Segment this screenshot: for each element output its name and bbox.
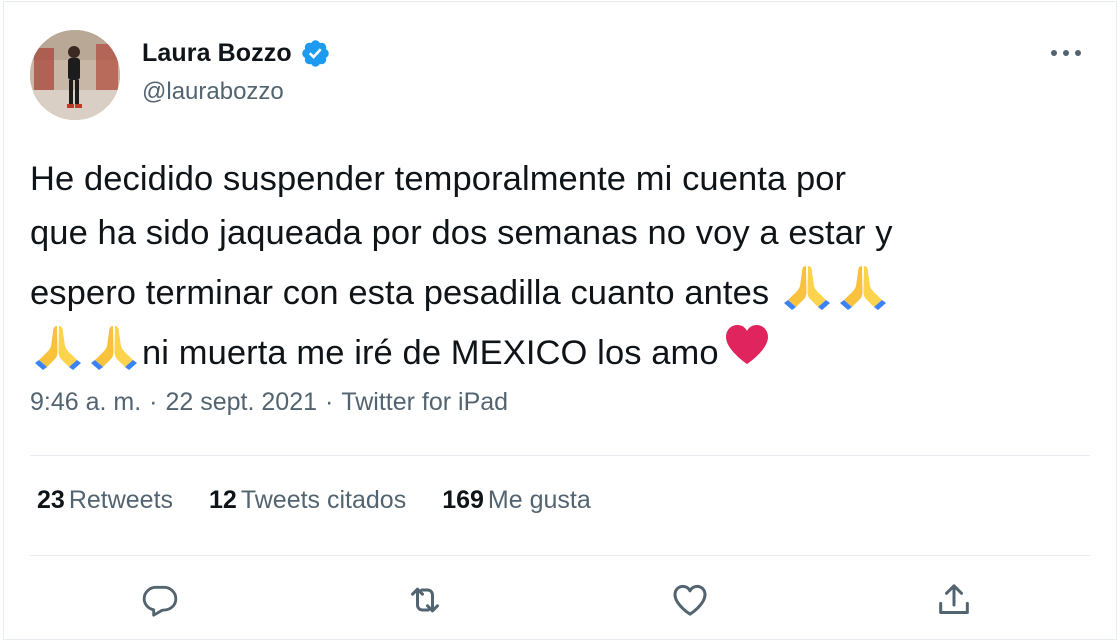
retweets-count: 23 bbox=[37, 486, 65, 514]
retweets-stat[interactable]: 23 Retweets bbox=[37, 486, 173, 515]
avatar-image bbox=[30, 30, 120, 120]
retweet-button[interactable] bbox=[403, 578, 447, 622]
likes-label: Me gusta bbox=[487, 486, 591, 514]
folded-hands-emoji bbox=[779, 260, 835, 312]
meta-separator: · bbox=[325, 388, 334, 416]
share-icon bbox=[939, 584, 969, 614]
tweet-text-line-3: espero terminar con esta pesadilla cuant… bbox=[30, 274, 779, 312]
tweet-text-line-1: He decidido suspender temporalmente mi c… bbox=[30, 160, 847, 198]
tweet-text-line-2: que ha sido jaqueada por dos semanas no … bbox=[30, 214, 893, 252]
author-name-row[interactable]: Laura Bozzo bbox=[142, 38, 331, 69]
tweet-stats: 23 Retweets 12 Tweets citados 169 Me gusta bbox=[37, 486, 591, 515]
divider bbox=[30, 555, 1090, 556]
action-bar bbox=[4, 572, 1116, 628]
more-options-button[interactable] bbox=[1046, 36, 1086, 70]
more-icon bbox=[1051, 50, 1081, 56]
author-name[interactable]: Laura Bozzo bbox=[142, 39, 292, 68]
retweet-icon bbox=[411, 587, 439, 613]
quotes-count: 12 bbox=[209, 486, 237, 514]
tweet-text-line-4: ni muerta me iré de MEXICO los amo bbox=[142, 334, 719, 372]
retweets-label: Retweets bbox=[68, 486, 174, 514]
like-button[interactable] bbox=[668, 578, 712, 622]
likes-count: 169 bbox=[442, 486, 484, 514]
red-heart-emoji bbox=[719, 320, 775, 372]
verified-badge-icon bbox=[300, 38, 331, 69]
tweet-time[interactable]: 9:46 a. m. bbox=[30, 388, 141, 417]
tweet-card: Laura Bozzo @laurabozzo He decidido susp… bbox=[3, 1, 1117, 640]
tweet-date[interactable]: 22 sept. 2021 bbox=[166, 388, 318, 417]
reply-icon bbox=[142, 585, 178, 617]
divider bbox=[30, 455, 1090, 456]
folded-hands-emoji bbox=[30, 320, 86, 372]
heart-icon bbox=[673, 584, 707, 616]
tweet-text: He decidido suspender temporalmente mi c… bbox=[30, 152, 1100, 380]
meta-separator: · bbox=[149, 388, 158, 416]
author-handle[interactable]: @laurabozzo bbox=[142, 78, 284, 106]
avatar[interactable] bbox=[30, 30, 120, 120]
share-button[interactable] bbox=[932, 578, 976, 622]
folded-hands-emoji bbox=[835, 260, 891, 312]
tweet-source[interactable]: Twitter for iPad bbox=[341, 388, 508, 417]
quotes-stat[interactable]: 12 Tweets citados bbox=[209, 486, 406, 515]
reply-button[interactable] bbox=[138, 578, 182, 622]
tweet-meta: 9:46 a. m. · 22 sept. 2021 · Twitter for… bbox=[30, 388, 508, 417]
folded-hands-emoji bbox=[86, 320, 142, 372]
quotes-label: Tweets citados bbox=[240, 486, 407, 514]
likes-stat[interactable]: 169 Me gusta bbox=[442, 486, 591, 515]
